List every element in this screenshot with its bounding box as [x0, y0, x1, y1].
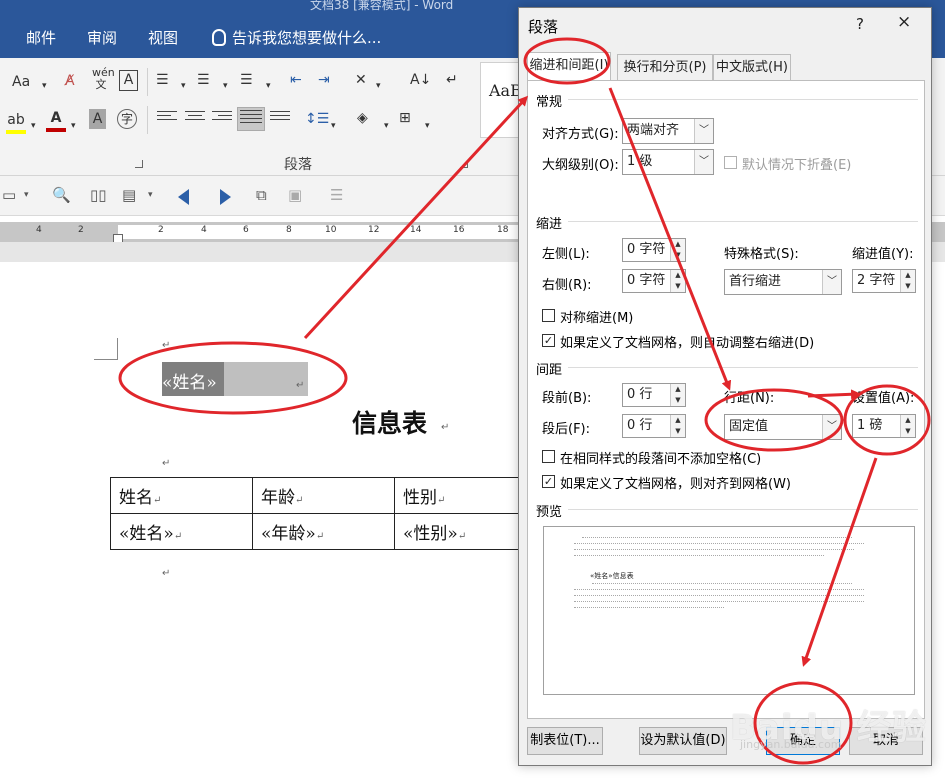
annotation-arrow: [303, 95, 529, 340]
highlight-ellipse-line-spacing: [704, 388, 844, 452]
annotation-arrow: [608, 87, 732, 391]
watermark-url: jingyan.baidu.com: [740, 738, 842, 751]
annotation-overlay: [118, 37, 931, 765]
highlight-ellipse-spacing-value: [843, 384, 931, 456]
highlight-ellipse-merge-field: [118, 341, 348, 415]
annotation-arrow: [801, 457, 878, 667]
annotation-arrow: [807, 389, 861, 400]
highlight-ellipse-tab: [523, 37, 611, 85]
